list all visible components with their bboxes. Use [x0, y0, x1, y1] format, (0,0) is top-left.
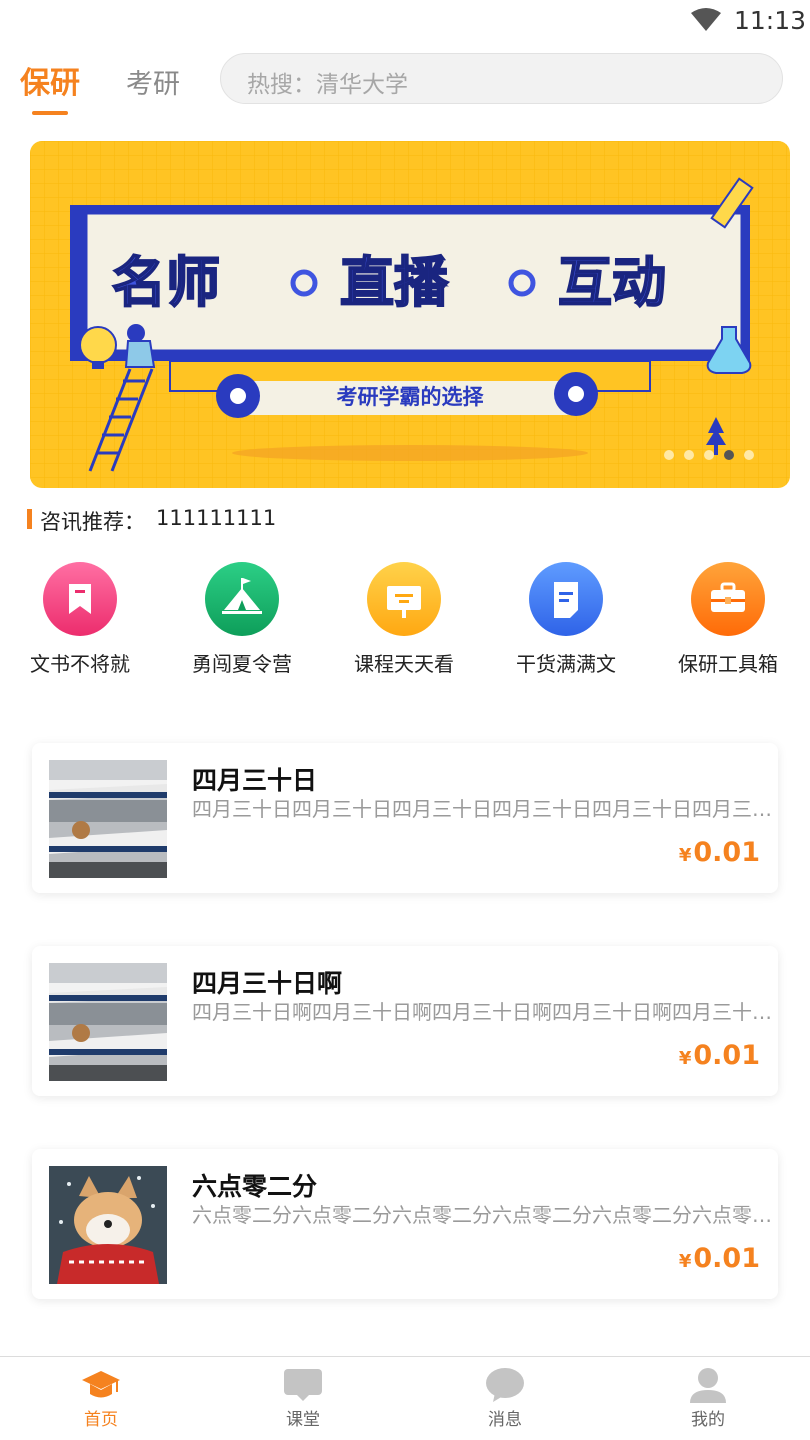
banner-headline-1: 名师: [112, 253, 220, 313]
banner-subline: 考研学霸的选择: [337, 385, 485, 409]
quick-link-toolbox[interactable]: 保研工具箱: [658, 562, 798, 677]
tab-profile[interactable]: 我的: [648, 1357, 768, 1440]
bottom-tab-bar: 首页 课堂 消息 我的: [0, 1356, 810, 1440]
banner-dot[interactable]: [664, 450, 674, 460]
tent-icon: [205, 562, 279, 636]
card-description: 四月三十日四月三十日四月三十日四月三十日四月三十日四月三十日四月三十日: [192, 797, 784, 821]
quick-link-articles[interactable]: 干货满满文: [496, 562, 636, 677]
card-description: 四月三十日啊四月三十日啊四月三十日啊四月三十日啊四月三十日啊四月三十日啊: [192, 1000, 784, 1024]
toolbox-icon: [691, 562, 765, 636]
tab-label: 我的: [691, 1410, 725, 1430]
card-price: ¥0.01: [679, 1243, 760, 1274]
airplane-thumbnail: [49, 963, 167, 1081]
card-title: 四月三十日: [192, 766, 318, 795]
news-accent-bar: [27, 509, 32, 529]
tab-label: 课堂: [286, 1410, 320, 1430]
tab-kaoyan[interactable]: 考研: [126, 62, 180, 101]
search-bar[interactable]: 热搜：清华大学: [220, 53, 783, 104]
course-card[interactable]: 四月三十日啊 四月三十日啊四月三十日啊四月三十日啊四月三十日啊四月三十日啊四月三…: [32, 946, 784, 1096]
news-headline[interactable]: 111111111: [156, 506, 276, 530]
graduation-cap-icon: [82, 1371, 120, 1398]
price-amount: 0.01: [693, 837, 760, 868]
tab-home[interactable]: 首页: [41, 1357, 161, 1440]
banner-headline-2: 直播: [340, 253, 449, 313]
quick-link-label: 勇闯夏令营: [192, 652, 292, 676]
card-price: ¥0.01: [679, 837, 760, 868]
document-icon: [529, 562, 603, 636]
quick-link-label: 干货满满文: [516, 652, 616, 676]
tab-label: 首页: [84, 1410, 118, 1430]
currency-symbol: ¥: [678, 1048, 692, 1069]
currency-symbol: ¥: [678, 845, 692, 866]
news-label: 咨讯推荐：: [40, 510, 145, 534]
wifi-icon: [691, 8, 721, 31]
dog-thumbnail: [49, 1166, 167, 1284]
banner-dot[interactable]: [744, 450, 754, 460]
banner-dot-active[interactable]: [724, 450, 734, 460]
gear-right-icon: [554, 372, 598, 416]
active-tab-indicator: [32, 111, 68, 115]
quick-link-wenshu[interactable]: 文书不将就: [10, 562, 150, 677]
gear-left-icon: [216, 374, 260, 418]
banner-dot[interactable]: [684, 450, 694, 460]
quick-link-label: 保研工具箱: [678, 652, 778, 676]
card-price: ¥0.01: [679, 1040, 760, 1071]
message-icon: [486, 1368, 524, 1402]
airplane-thumbnail: [49, 760, 167, 878]
promo-banner[interactable]: 名师 直播 互动 考研学霸的选择: [30, 141, 790, 488]
currency-symbol: ¥: [678, 1251, 692, 1272]
search-placeholder: 热搜：清华大学: [247, 72, 408, 98]
tab-baoyan[interactable]: 保研: [20, 58, 80, 102]
quick-link-camp[interactable]: 勇闯夏令营: [172, 562, 312, 677]
course-card[interactable]: 四月三十日 四月三十日四月三十日四月三十日四月三十日四月三十日四月三十日四月三十…: [32, 743, 784, 893]
tab-messages[interactable]: 消息: [445, 1357, 565, 1440]
card-description: 六点零二分六点零二分六点零二分六点零二分六点零二分六点零二分六点零二分: [192, 1203, 784, 1227]
classroom-icon: [284, 1369, 322, 1401]
quick-link-label: 课程天天看: [354, 652, 454, 676]
status-time: 11:13: [734, 6, 807, 35]
bookmark-icon: [43, 562, 117, 636]
status-bar: 11:13: [0, 0, 810, 44]
tab-classroom[interactable]: 课堂: [243, 1357, 363, 1440]
tab-label: 消息: [488, 1410, 522, 1430]
price-amount: 0.01: [693, 1040, 760, 1071]
user-icon: [690, 1368, 726, 1403]
banner-dot[interactable]: [704, 450, 714, 460]
course-card[interactable]: 六点零二分 六点零二分六点零二分六点零二分六点零二分六点零二分六点零二分六点零二…: [32, 1149, 784, 1299]
board-icon: [367, 562, 441, 636]
card-title: 六点零二分: [192, 1172, 318, 1201]
banner-headline-3: 互动: [558, 253, 666, 313]
quick-link-course[interactable]: 课程天天看: [334, 562, 474, 677]
card-title: 四月三十日啊: [192, 969, 343, 998]
quick-link-label: 文书不将就: [30, 652, 130, 676]
price-amount: 0.01: [693, 1243, 760, 1274]
